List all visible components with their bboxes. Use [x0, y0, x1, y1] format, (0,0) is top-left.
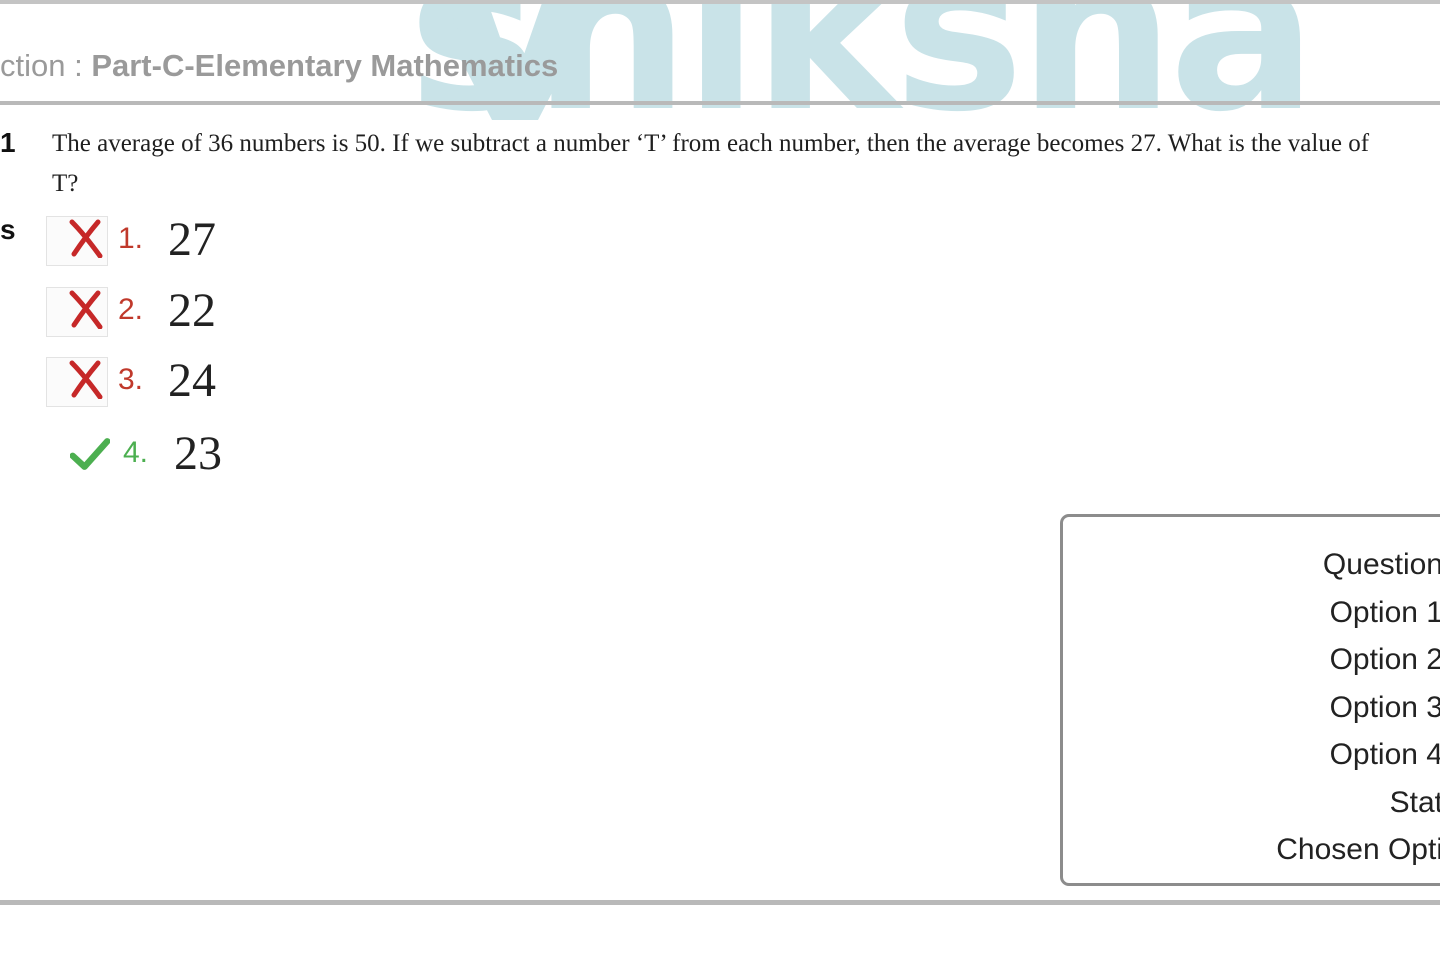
status-label: s: [0, 214, 16, 245]
info-label-question: Question: [1322, 548, 1440, 581]
option-value: 22: [168, 284, 216, 337]
info-label-status: Stat: [1389, 785, 1440, 819]
info-label-option-2: Option 2: [1329, 643, 1440, 676]
option-number: 3.: [118, 363, 144, 396]
bottom-divider: [0, 900, 1440, 905]
option-number: 1.: [118, 222, 144, 255]
info-label-option-3: Option 3: [1329, 690, 1440, 724]
section-name: Part-C-Elementary Mathematics: [91, 48, 559, 83]
cross-icon: [69, 219, 103, 258]
section-title: ction : Part-C-Elementary Mathematics: [0, 48, 558, 84]
info-label-option-1: Option 1: [1329, 595, 1440, 629]
section-divider: [0, 101, 1440, 105]
question-info-panel: Question Option 1 Option 2 Option 3 Opti…: [1060, 514, 1440, 886]
question-text: The average of 36 numbers is 50. If we s…: [52, 130, 1370, 197]
section-prefix: ction :: [0, 48, 92, 83]
option-value: 27: [168, 213, 216, 266]
top-divider: [0, 0, 1440, 4]
option-number: 2.: [118, 293, 144, 326]
option-value: 23: [174, 427, 222, 480]
option-value: 24: [168, 354, 216, 407]
option-number: 4.: [123, 436, 149, 469]
check-icon: [70, 438, 110, 470]
info-label-option-4: Option 4: [1329, 738, 1440, 771]
cross-icon: [69, 290, 103, 329]
info-label-chosen-option: Chosen Opti: [1276, 833, 1440, 866]
question-number: 1: [0, 127, 16, 158]
cross-icon: [69, 360, 103, 399]
